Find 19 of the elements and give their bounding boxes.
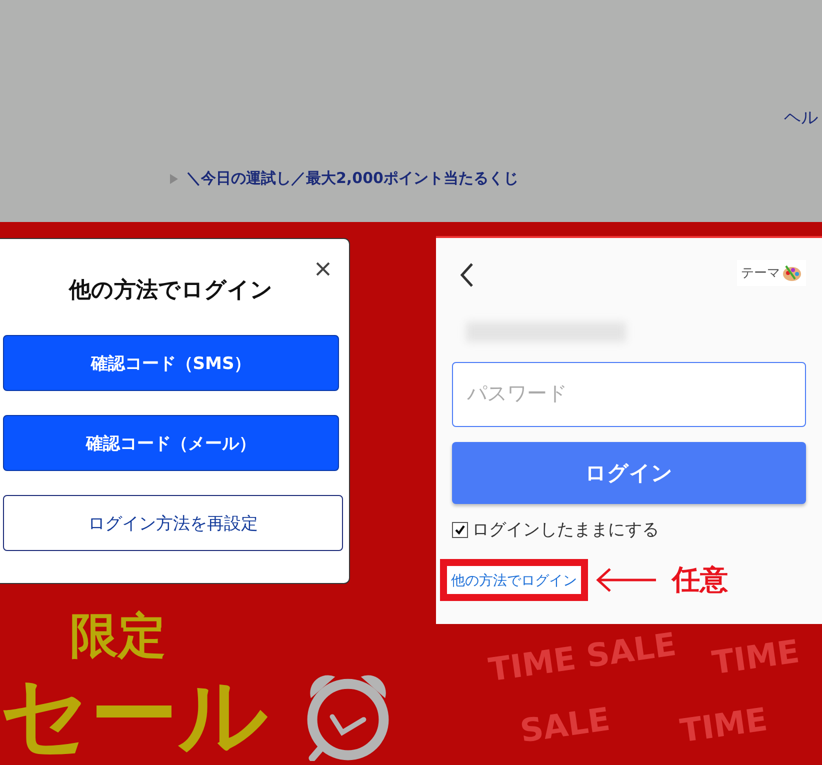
dialog-title: 他の方法でログイン — [68, 276, 274, 305]
palette-icon — [782, 264, 802, 282]
back-icon[interactable] — [460, 262, 474, 288]
annotation-label: 任意 — [672, 562, 728, 598]
other-methods-link[interactable]: 他の方法でログイン — [451, 573, 577, 589]
login-button[interactable]: ログイン — [452, 442, 806, 504]
checkbox[interactable] — [452, 522, 468, 538]
login-method-button[interactable]: 確認コード（メール） — [3, 415, 339, 471]
banner-title: セール — [0, 669, 268, 761]
login-method-button[interactable]: ログイン方法を再設定 — [3, 495, 343, 551]
left-arrow-icon — [594, 567, 658, 593]
keep-logged-in-label: ログインしたままにする — [472, 519, 659, 541]
password-field[interactable]: パスワード — [452, 362, 806, 427]
theme-button[interactable]: テーマ — [737, 260, 806, 286]
campaign-link[interactable]: ＼今日の運試し／最大2,000ポイント当たるくじ — [186, 169, 518, 188]
banner-title: 限定 — [69, 611, 167, 661]
login-method-button[interactable]: 確認コード（SMS） — [3, 335, 339, 391]
triangle-icon — [170, 174, 178, 184]
help-link[interactable]: ヘル — [784, 106, 818, 129]
